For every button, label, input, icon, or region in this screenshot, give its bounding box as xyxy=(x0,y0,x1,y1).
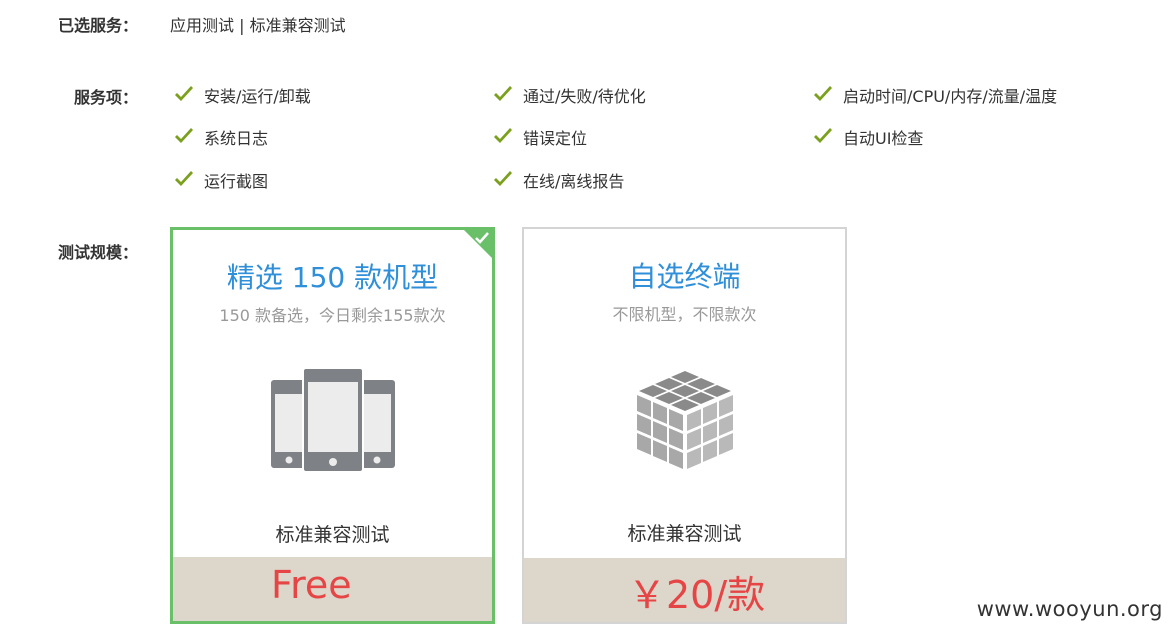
service-item: 运行截图 xyxy=(174,168,268,192)
service-item: 通过/失败/待优化 xyxy=(493,83,646,107)
card-service-name: 标准兼容测试 xyxy=(275,524,390,546)
service-item-label: 启动时间/CPU/内存/流量/温度 xyxy=(843,87,1058,106)
check-icon xyxy=(494,86,512,101)
phones-icon xyxy=(270,368,395,472)
service-item-label: 通过/失败/待优化 xyxy=(523,87,646,106)
services-label: 服务项： xyxy=(74,88,139,107)
service-item-label: 运行截图 xyxy=(204,172,269,191)
test-scale-label: 测试规模： xyxy=(58,243,139,262)
check-icon xyxy=(494,171,512,186)
service-item: 安装/运行/卸载 xyxy=(174,83,311,107)
cube-grid-icon xyxy=(636,371,733,469)
card-price: Free xyxy=(271,563,352,607)
scale-card-150-models[interactable]: 精选 150 款机型 150 款备选，今日剩余155款次 标准兼容测试 Free xyxy=(170,227,495,624)
card-title: 精选 150 款机型 xyxy=(226,261,439,294)
card-price-bar: Free xyxy=(173,557,492,621)
selected-services-label: 已选服务： xyxy=(58,16,139,35)
check-icon xyxy=(175,86,193,101)
service-item-label: 系统日志 xyxy=(204,129,269,148)
check-icon xyxy=(814,86,832,101)
service-item-label: 错误定位 xyxy=(523,129,588,148)
service-item: 自动UI检查 xyxy=(813,125,923,149)
selected-services-value: 应用测试 | 标准兼容测试 xyxy=(170,16,346,35)
service-item: 在线/离线报告 xyxy=(493,168,624,192)
service-item-label: 安装/运行/卸载 xyxy=(204,87,311,106)
service-item: 错误定位 xyxy=(493,125,587,149)
card-price: ￥20/款 xyxy=(628,573,766,617)
card-subtitle: 150 款备选，今日剩余155款次 xyxy=(219,306,446,325)
scale-card-custom-terminals[interactable]: 自选终端 不限机型，不限款次 标准兼容测试 ￥20/款 xyxy=(522,227,847,624)
service-item-label: 自动UI检查 xyxy=(843,129,924,148)
card-title: 自选终端 xyxy=(628,260,741,293)
check-icon xyxy=(475,232,489,244)
check-icon xyxy=(175,171,193,186)
check-icon xyxy=(175,128,193,143)
card-service-name: 标准兼容测试 xyxy=(627,523,742,545)
card-subtitle: 不限机型，不限款次 xyxy=(612,305,757,324)
service-item-label: 在线/离线报告 xyxy=(523,172,625,191)
check-icon xyxy=(814,128,832,143)
card-price-bar: ￥20/款 xyxy=(524,558,845,622)
watermark: www.wooyun.org xyxy=(976,597,1163,621)
service-item: 系统日志 xyxy=(174,125,268,149)
service-item: 启动时间/CPU/内存/流量/温度 xyxy=(813,83,1057,107)
check-icon xyxy=(494,128,512,143)
